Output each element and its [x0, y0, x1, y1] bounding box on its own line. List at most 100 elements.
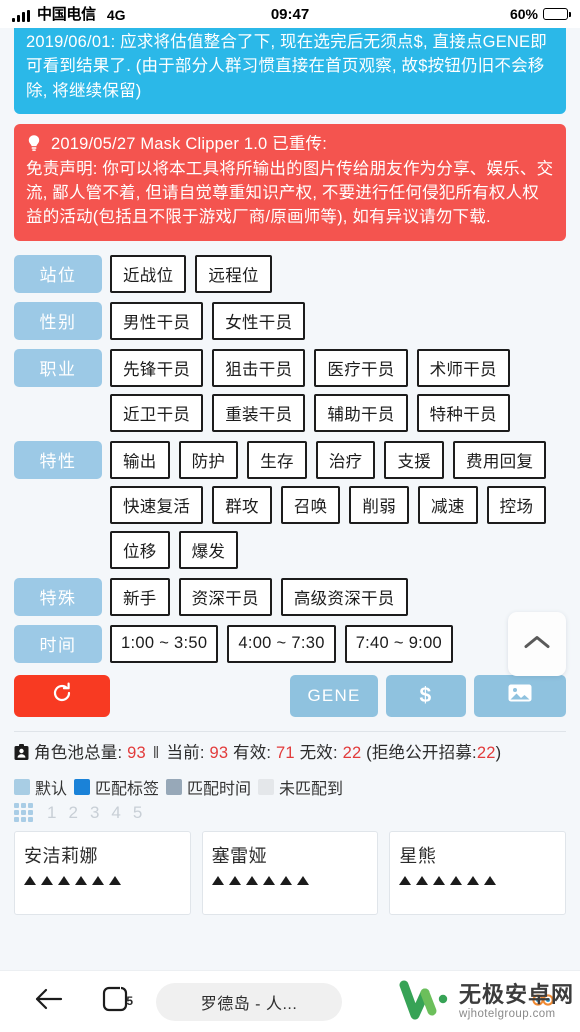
filter-option-aoe[interactable]: 群攻 [212, 485, 272, 524]
page-content[interactable]: 2019/06/01: 应求将估值整合了下, 现在选完后无须点$, 直接点GEN… [0, 28, 580, 970]
filter-options-position: 近战位 远程位 [110, 254, 272, 293]
value-button[interactable]: $ [386, 674, 466, 717]
refresh-icon [50, 681, 74, 710]
character-card[interactable]: 星熊 [389, 830, 567, 915]
filter-option-shift[interactable]: 位移 [110, 530, 170, 569]
filter-option-debuff[interactable]: 削弱 [349, 485, 410, 524]
reject-note-suffix: ) [495, 743, 502, 762]
legend-item-default: 默认 [14, 775, 67, 799]
filter-options-trait: 输出 防护 生存 治疗 支援 费用回复 快速复活 群攻 召唤 削弱 减速 控场 … [110, 440, 566, 569]
grid-icon[interactable] [14, 803, 33, 823]
filter-option-vanguard[interactable]: 先锋干员 [110, 348, 204, 387]
filter-option-specialist[interactable]: 特种干员 [416, 393, 510, 432]
filter-option-dp-recovery[interactable]: 费用回复 [453, 440, 547, 479]
browser-bottom-bar: 5 罗德岛 - 人... [0, 970, 580, 1032]
filter-option-senior[interactable]: 资深干员 [178, 577, 272, 616]
back-button[interactable] [22, 987, 76, 1016]
filter-option-supporter[interactable]: 辅助干员 [314, 393, 408, 432]
pool-stats: 角色池总量: 93 ‖ 当前: 93 有效: 71 无效: 22 (拒绝公开招募… [14, 730, 566, 766]
carrier-label: 中国电信 [37, 5, 96, 23]
filter-option-summon[interactable]: 召唤 [280, 485, 341, 524]
rarity-filter-bar: 1 2 3 4 5 [14, 803, 566, 823]
reject-note-prefix: (拒绝公开招募: [366, 743, 477, 762]
filter-option-healing[interactable]: 治疗 [315, 440, 376, 479]
filter-option-male[interactable]: 男性干员 [110, 301, 204, 340]
filter-option-top[interactable]: 高级资深干员 [280, 577, 408, 616]
filter-category-gender: 性别 [14, 301, 102, 340]
generate-actions: GENE $ [290, 674, 566, 717]
filter-option-starter[interactable]: 新手 [110, 577, 170, 616]
filter-option-time-3[interactable]: 7:40 ~ 9:00 [344, 624, 454, 663]
filter-option-dps[interactable]: 输出 [110, 440, 170, 479]
notice-disclaimer-title: 2019/05/27 Mask Clipper 1.0 已重传: [51, 135, 328, 154]
action-bar: GENE $ [14, 674, 566, 717]
gene-button[interactable]: GENE [290, 674, 378, 717]
scroll-to-top-button[interactable] [508, 612, 566, 676]
filter-category-trait: 特性 [14, 440, 102, 479]
character-card-list: 安洁莉娜 塞雷娅 星熊 [14, 830, 567, 915]
filter-option-crowd-control[interactable]: 控场 [486, 485, 547, 524]
filter-options-profession: 先锋干员 狙击干员 医疗干员 术师干员 近卫干员 重装干员 辅助干员 特种干员 [110, 348, 566, 432]
filter-option-sniper[interactable]: 狙击干员 [212, 348, 306, 387]
filter-option-guard[interactable]: 近卫干员 [110, 393, 204, 432]
character-card[interactable]: 安洁莉娜 [14, 830, 191, 915]
rarity-level-1[interactable]: 1 [47, 803, 56, 823]
character-name: 星熊 [399, 845, 437, 866]
filter-option-female[interactable]: 女性干员 [212, 301, 306, 340]
character-name: 安洁莉娜 [24, 845, 98, 866]
legend-swatch-unmatched [258, 778, 275, 795]
filter-option-slow[interactable]: 减速 [418, 485, 478, 524]
filter-options-special: 新手 资深干员 高级资深干员 [110, 577, 408, 616]
tab-switcher-button[interactable]: 5 [76, 984, 154, 1019]
pool-total-label: 角色池总量: [34, 743, 123, 762]
legend-label-matched-tag: 匹配标签 [95, 780, 160, 798]
rarity-level-5[interactable]: 5 [133, 803, 142, 823]
filter-option-time-1[interactable]: 1:00 ~ 3:50 [110, 624, 219, 663]
filter-option-medic[interactable]: 医疗干员 [314, 348, 408, 387]
legend-label-default: 默认 [35, 780, 68, 798]
legend-item-matched-tag: 匹配标签 [74, 775, 159, 799]
filter-option-defender[interactable]: 重装干员 [212, 393, 306, 432]
smiley-icon[interactable] [528, 987, 558, 1017]
status-bar: 中国电信 4G 09:47 60% [0, 0, 580, 28]
current-value: 93 [209, 743, 229, 762]
invalid-label: 无效: [299, 743, 338, 762]
color-legend: 默认 匹配标签 匹配时间 未匹配到 [14, 775, 566, 799]
notice-disclaimer-text: 免责声明: 你可以将本工具将所输出的图片传给朋友作为分享、娱乐、交流, 鄙人管不… [26, 159, 554, 227]
filter-row-time: 时间 1:00 ~ 3:50 4:00 ~ 7:30 7:40 ~ 9:00 [14, 624, 566, 663]
filter-option-melee[interactable]: 近战位 [110, 254, 187, 293]
filter-option-support[interactable]: 支援 [384, 440, 445, 479]
tab-count-label: 5 [126, 994, 133, 1008]
filter-category-special: 特殊 [14, 577, 102, 616]
rarity-level-4[interactable]: 4 [111, 803, 120, 823]
filter-options-time: 1:00 ~ 3:50 4:00 ~ 7:30 7:40 ~ 9:00 [110, 624, 454, 663]
id-card-icon [14, 743, 29, 761]
rarity-level-3[interactable]: 3 [90, 803, 99, 823]
battery-percent-label: 60% [509, 6, 538, 22]
rarity-level-2[interactable]: 2 [68, 803, 77, 823]
status-bar-left: 中国电信 4G [12, 7, 126, 22]
character-card[interactable]: 塞雷娅 [201, 830, 379, 915]
reset-button[interactable] [14, 674, 110, 717]
filter-option-survival[interactable]: 生存 [247, 440, 307, 479]
app-root: 中国电信 4G 09:47 60% 2019/06/01: 应求将估值整合了下,… [0, 0, 580, 1032]
filter-option-ranged[interactable]: 远程位 [195, 254, 272, 293]
status-bar-right: 60% [509, 6, 571, 22]
image-icon [507, 682, 533, 709]
filter-option-time-2[interactable]: 4:00 ~ 7:30 [227, 624, 336, 663]
legend-label-matched-time: 匹配时间 [187, 780, 252, 798]
filter-option-fast-redeploy[interactable]: 快速复活 [110, 485, 204, 524]
filter-option-nuker[interactable]: 爆发 [178, 530, 239, 569]
valid-value: 71 [276, 743, 295, 762]
filter-options-gender: 男性干员 女性干员 [110, 301, 306, 340]
invalid-value: 22 [342, 743, 362, 762]
pool-total-value: 93 [127, 743, 146, 762]
filter-row-profession: 职业 先锋干员 狙击干员 医疗干员 术师干员 近卫干员 重装干员 辅助干员 特种… [14, 348, 566, 432]
filter-option-caster[interactable]: 术师干员 [416, 348, 510, 387]
signal-strength-icon [12, 9, 30, 22]
export-image-button[interactable] [474, 674, 566, 717]
filter-category-position: 站位 [14, 254, 102, 293]
filter-option-defense[interactable]: 防护 [178, 440, 239, 479]
address-bar[interactable]: 罗德岛 - 人... [156, 982, 342, 1021]
back-arrow-icon [34, 987, 64, 1016]
